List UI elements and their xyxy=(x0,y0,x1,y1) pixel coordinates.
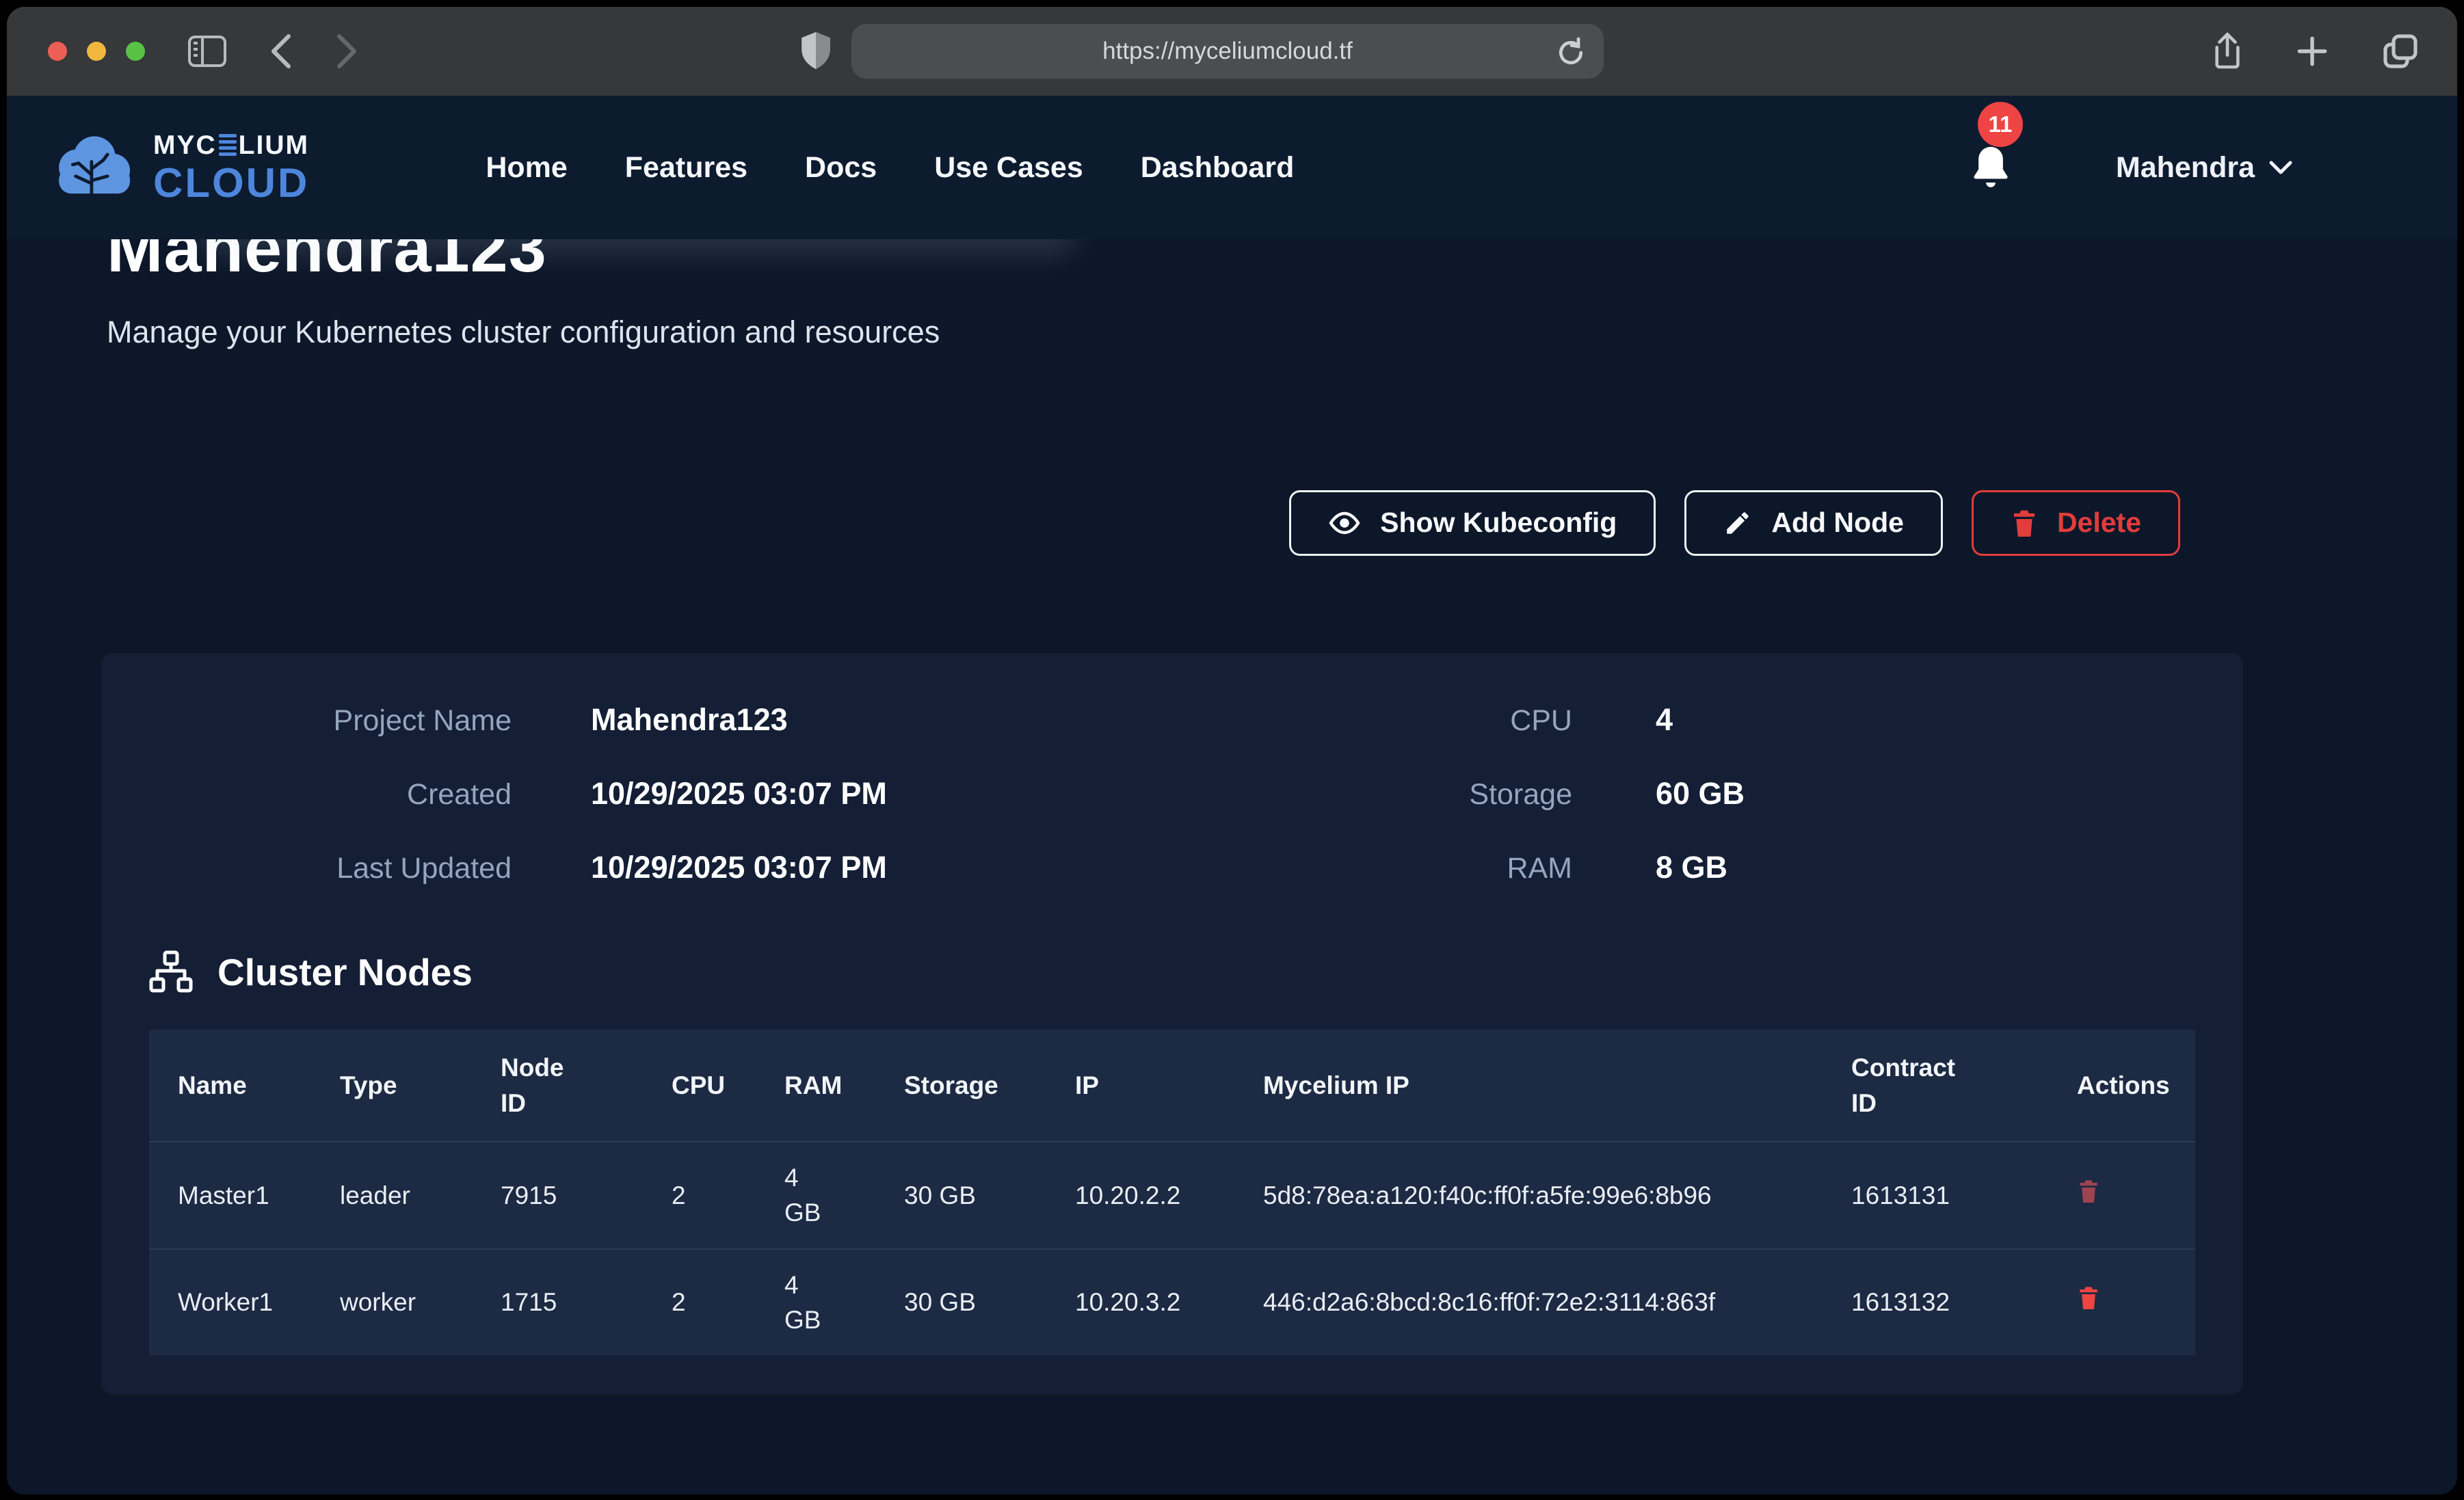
zoom-window-button[interactable] xyxy=(126,42,145,61)
cell-mycelium-ip: 446:d2a6:8bcd:8c16:ff0f:72e2:3114:863f xyxy=(1247,1249,1835,1355)
cell-cpu: 2 xyxy=(655,1249,768,1355)
user-name: Mahendra xyxy=(2116,151,2255,185)
detail-label: CPU xyxy=(1172,704,1572,738)
column-header-storage: Storage xyxy=(888,1030,1059,1142)
table-header-row: NameTypeNode IDCPURAMStorageIPMycelium I… xyxy=(149,1030,2195,1142)
chevron-down-icon xyxy=(2268,159,2293,176)
cell-ram: 4 GB xyxy=(768,1249,888,1355)
detail-label: Last Updated xyxy=(149,852,512,885)
trash-icon xyxy=(2011,508,2038,538)
detail-label: RAM xyxy=(1172,852,1572,885)
cell-ip: 10.20.3.2 xyxy=(1059,1249,1247,1355)
node-row-master1: Master1leader791524 GB30 GB10.20.2.25d8:… xyxy=(149,1142,2195,1248)
traffic-lights xyxy=(48,42,145,61)
site-navbar: MYCLIUM CLOUD Home Features Docs Use Cases D… xyxy=(7,96,2457,239)
column-header-actions: Actions xyxy=(2061,1030,2195,1142)
cluster-nodes-heading: Cluster Nodes xyxy=(217,950,473,994)
details-right-column: CPU 4 Storage 60 GB RAM 8 GB xyxy=(1172,702,2195,885)
logo-wordmark-line2: CLOUD xyxy=(153,163,309,204)
detail-value: 4 xyxy=(1656,702,2195,738)
page-content: Mahendra123 Manage your Kubernetes clust… xyxy=(7,209,2457,1395)
minimize-window-button[interactable] xyxy=(87,42,106,61)
back-button-icon[interactable] xyxy=(269,33,293,70)
cell-storage: 30 GB xyxy=(888,1142,1059,1248)
nav-link-use-cases[interactable]: Use Cases xyxy=(934,151,1083,185)
column-header-contract-id: Contract ID xyxy=(1835,1030,2061,1142)
share-icon[interactable] xyxy=(2212,31,2243,71)
cell-ram: 4 GB xyxy=(768,1142,888,1248)
delete-cluster-button[interactable]: Delete xyxy=(1972,490,2180,556)
cell-cpu: 2 xyxy=(655,1142,768,1248)
show-kubeconfig-button[interactable]: Show Kubeconfig xyxy=(1289,490,1656,556)
browser-chrome: https://myceliumcloud.tf xyxy=(7,7,2457,96)
detail-value: 60 GB xyxy=(1656,776,2195,812)
mycelium-cloud-logo[interactable]: MYCLIUM CLOUD xyxy=(49,131,309,204)
details-left-column: Project Name Mahendra123 Created 10/29/2025… xyxy=(149,702,1172,885)
detail-value: Mahendra123 xyxy=(591,702,1172,738)
notifications-button[interactable]: 11 xyxy=(1968,143,2013,192)
user-menu[interactable]: Mahendra xyxy=(2116,151,2293,185)
logo-wordmark-line1: MYCLIUM xyxy=(153,132,309,159)
nav-link-home[interactable]: Home xyxy=(486,151,567,185)
nav-link-docs[interactable]: Docs xyxy=(805,151,877,185)
cell-type: worker xyxy=(323,1249,484,1355)
column-header-name: Name xyxy=(149,1030,323,1142)
column-header-mycelium-ip: Mycelium IP xyxy=(1247,1030,1835,1142)
logo-e-bars-icon xyxy=(219,134,237,156)
column-header-ip: IP xyxy=(1059,1030,1247,1142)
delete-node-button[interactable] xyxy=(2077,1285,2100,1311)
cluster-details-card: Project Name Mahendra123 Created 10/29/2025… xyxy=(101,653,2243,1395)
cluster-nodes-table: NameTypeNode IDCPURAMStorageIPMycelium I… xyxy=(149,1030,2195,1355)
address-bar[interactable]: https://myceliumcloud.tf xyxy=(851,24,1604,79)
cell-node-id: 7915 xyxy=(484,1142,655,1248)
cell-type: leader xyxy=(323,1142,484,1248)
add-node-button[interactable]: Add Node xyxy=(1684,490,1943,556)
cell-name: Worker1 xyxy=(149,1249,323,1355)
detail-label: Project Name xyxy=(149,704,512,738)
cluster-nodes-icon xyxy=(149,950,193,994)
new-tab-icon[interactable] xyxy=(2295,34,2329,68)
notification-count-badge: 11 xyxy=(1978,102,2023,147)
cell-contract-id: 1613132 xyxy=(1835,1249,2061,1355)
cell-name: Master1 xyxy=(149,1142,323,1248)
pencil-icon xyxy=(1723,509,1752,537)
detail-label: Storage xyxy=(1172,778,1572,812)
node-row-worker1: Worker1worker171524 GB30 GB10.20.3.2446:… xyxy=(149,1249,2195,1355)
column-header-cpu: CPU xyxy=(655,1030,768,1142)
sidebar-toggle-icon[interactable] xyxy=(187,35,227,68)
cell-mycelium-ip: 5d8:78ea:a120:f40c:ff0f:a5fe:99e6:8b96 xyxy=(1247,1142,1835,1248)
cell-node-id: 1715 xyxy=(484,1249,655,1355)
forward-button-icon[interactable] xyxy=(335,33,358,70)
page-subtitle: Manage your Kubernetes cluster configura… xyxy=(107,310,2243,353)
cluster-actions: Show Kubeconfig Add Node Delete xyxy=(101,490,2243,556)
nav-link-dashboard[interactable]: Dashboard xyxy=(1141,151,1295,185)
browser-window: https://myceliumcloud.tf xyxy=(7,7,2457,1495)
detail-value: 8 GB xyxy=(1656,850,2195,885)
reload-icon[interactable] xyxy=(1556,36,1586,69)
detail-value: 10/29/2025 03:07 PM xyxy=(591,850,1172,885)
column-header-type: Type xyxy=(323,1030,484,1142)
column-header-ram: RAM xyxy=(768,1030,888,1142)
column-header-node-id: Node ID xyxy=(484,1030,655,1142)
nav-links: Home Features Docs Use Cases Dashboard xyxy=(486,151,1294,185)
cell-ip: 10.20.2.2 xyxy=(1059,1142,1247,1248)
cell-actions xyxy=(2061,1249,2195,1355)
url-text: https://myceliumcloud.tf xyxy=(1102,38,1353,65)
eye-icon xyxy=(1328,509,1361,537)
delete-node-button[interactable] xyxy=(2077,1178,2100,1204)
detail-label: Created xyxy=(149,778,512,812)
cell-contract-id: 1613131 xyxy=(1835,1142,2061,1248)
cell-storage: 30 GB xyxy=(888,1249,1059,1355)
detail-value: 10/29/2025 03:07 PM xyxy=(591,776,1172,812)
tab-overview-icon[interactable] xyxy=(2381,32,2420,70)
cell-actions xyxy=(2061,1142,2195,1248)
cloud-logo-icon xyxy=(49,131,137,204)
privacy-shield-icon[interactable] xyxy=(799,29,833,72)
close-window-button[interactable] xyxy=(48,42,67,61)
bell-icon xyxy=(1968,143,2013,192)
nav-link-features[interactable]: Features xyxy=(625,151,747,185)
